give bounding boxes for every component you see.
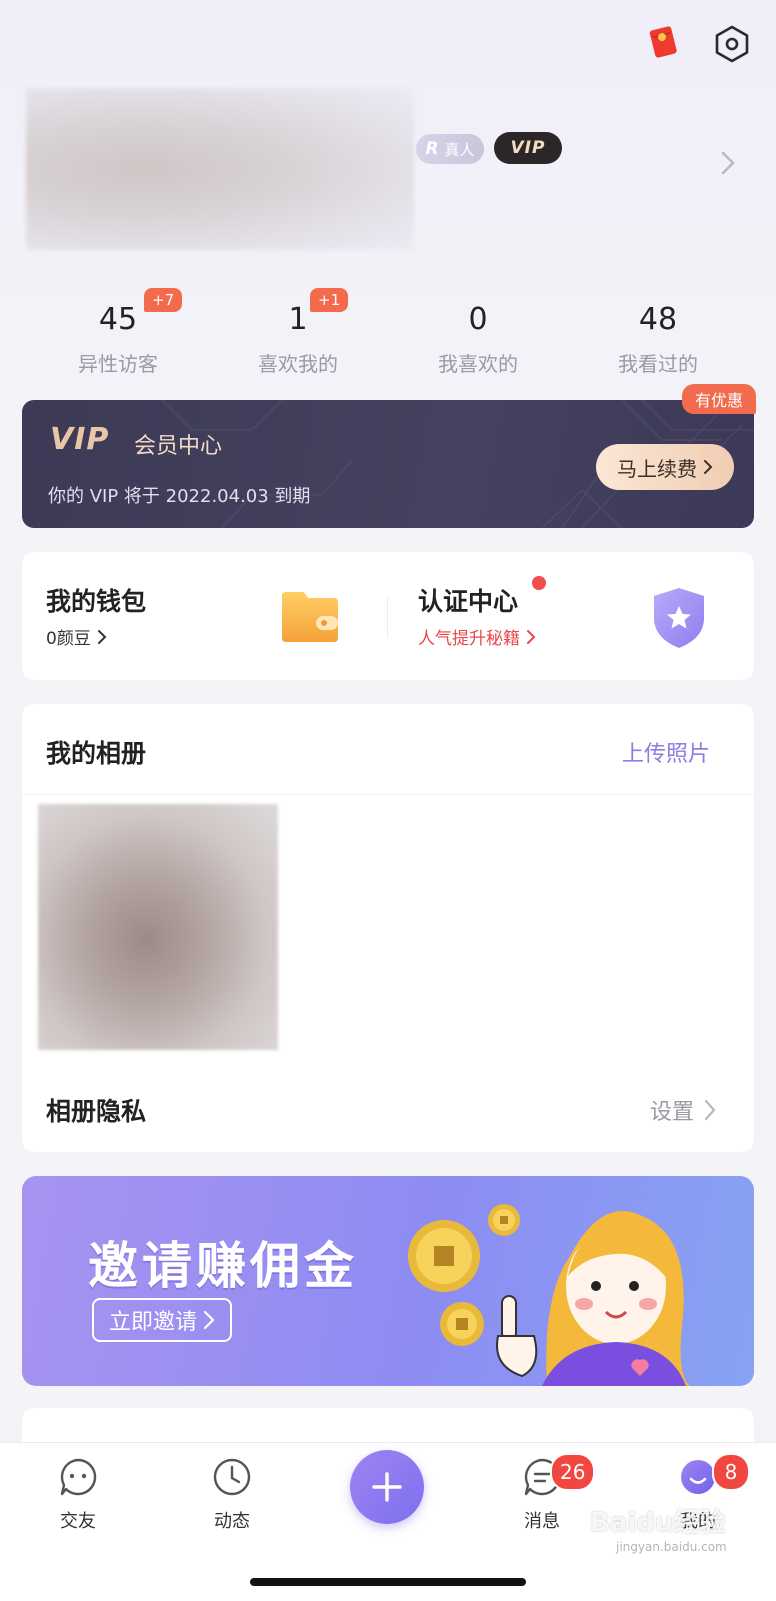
wallet-icon[interactable] xyxy=(278,590,340,644)
tab-messages[interactable]: 消息 26 xyxy=(492,1453,596,1533)
stat-value: 48 xyxy=(638,302,678,337)
add-post-button[interactable] xyxy=(350,1450,424,1524)
invite-button-label: 立即邀请 xyxy=(108,1310,197,1335)
coin-icon xyxy=(488,1204,520,1236)
stat-i-liked[interactable]: 0 我喜欢的 xyxy=(388,300,568,377)
tab-label: 消息 xyxy=(524,1511,560,1532)
album-photo-blurred[interactable] xyxy=(38,804,278,1050)
privacy-setting-label: 设置 xyxy=(650,1100,695,1125)
card-divider xyxy=(387,596,388,638)
red-packet-icon[interactable] xyxy=(646,24,680,58)
tab-moments[interactable]: 动态 xyxy=(182,1457,282,1533)
promo-badge: 有优惠 xyxy=(682,384,756,414)
album-card: 我的相册 上传照片 相册隐私 设置 xyxy=(22,704,754,1152)
stat-label: 我喜欢的 xyxy=(438,352,518,376)
album-privacy-settings[interactable]: 设置 xyxy=(650,1094,716,1126)
stat-visitors[interactable]: 45 异性访客 +7 xyxy=(28,288,208,377)
chevron-right-icon xyxy=(97,629,107,644)
album-divider xyxy=(22,794,754,795)
wallet-balance: 0颜豆 xyxy=(46,629,91,649)
real-badge-prefix: R xyxy=(425,139,439,159)
notification-count-badge: 8 xyxy=(712,1453,750,1491)
shield-star-icon[interactable] xyxy=(648,586,710,650)
tab-label: 动态 xyxy=(214,1511,250,1532)
renew-button[interactable]: 马上续费 xyxy=(596,444,734,490)
vip-center-title: 会员中心 xyxy=(134,434,223,459)
stat-label: 喜欢我的 xyxy=(258,352,338,376)
invite-now-button[interactable]: 立即邀请 xyxy=(92,1298,232,1342)
chevron-right-icon[interactable] xyxy=(720,150,736,176)
stat-liked-me[interactable]: 1 喜欢我的 +1 xyxy=(208,288,388,377)
chevron-right-icon xyxy=(704,460,713,474)
chat-face-icon xyxy=(60,1458,97,1496)
tab-label: 交友 xyxy=(60,1511,96,1532)
home-indicator[interactable] xyxy=(250,1578,526,1586)
coin-icon xyxy=(440,1302,484,1346)
notification-dot xyxy=(532,576,546,590)
tab-friends[interactable]: 交友 xyxy=(28,1457,128,1533)
chevron-right-icon xyxy=(203,1310,215,1330)
unread-count-badge: 26 xyxy=(550,1453,596,1491)
certification-link[interactable]: 人气提升秘籍 xyxy=(418,624,536,649)
wallet-balance-link[interactable]: 0颜豆 xyxy=(46,624,107,649)
vip-member-card[interactable]: VIP 会员中心 你的 VIP 将于 2022.04.03 到期 马上续费 xyxy=(22,400,754,528)
stat-value: 0 xyxy=(468,302,488,337)
album-privacy-label: 相册隐私 xyxy=(46,1097,147,1126)
watermark-url: jingyan.baidu.com xyxy=(616,1540,727,1554)
certification-subtitle: 人气提升秘籍 xyxy=(418,629,520,649)
settings-icon[interactable] xyxy=(712,24,752,64)
certification-title[interactable]: 认证中心 xyxy=(418,582,518,618)
stat-increment-badge: +7 xyxy=(144,288,183,312)
stat-value: 1 xyxy=(288,302,308,337)
invite-title: 邀请赚佣金 xyxy=(88,1237,358,1295)
stat-viewed[interactable]: 48 我看过的 xyxy=(568,300,748,377)
real-person-badge: R 真人 xyxy=(416,134,484,164)
invite-banner[interactable]: 邀请赚佣金 立即邀请 xyxy=(22,1176,754,1386)
stat-label: 我看过的 xyxy=(618,352,698,376)
stat-increment-badge: +1 xyxy=(310,288,349,312)
stat-label: 异性访客 xyxy=(78,352,158,376)
clock-icon xyxy=(213,1458,251,1496)
chevron-right-icon xyxy=(704,1099,716,1121)
wallet-cert-card: 我的钱包 0颜豆 认证中心 人气提升秘籍 xyxy=(22,552,754,680)
album-title: 我的相册 xyxy=(46,739,147,768)
chevron-right-icon xyxy=(527,629,536,644)
watermark: Baidu经验 xyxy=(590,1508,726,1538)
upload-photo-link[interactable]: 上传照片 xyxy=(622,736,710,768)
vip-expire-text: 你的 VIP 将于 2022.04.03 到期 xyxy=(48,486,311,507)
vip-badge: VIP xyxy=(494,132,562,164)
coin-icon xyxy=(408,1220,480,1292)
renew-button-label: 马上续费 xyxy=(617,456,697,481)
real-badge-label: 真人 xyxy=(444,140,475,159)
profile-name-blurred[interactable] xyxy=(26,88,414,250)
girl-illustration xyxy=(496,1211,690,1386)
plus-icon xyxy=(372,1472,402,1502)
wallet-title[interactable]: 我的钱包 xyxy=(46,582,146,618)
vip-logo: VIP xyxy=(50,422,110,457)
